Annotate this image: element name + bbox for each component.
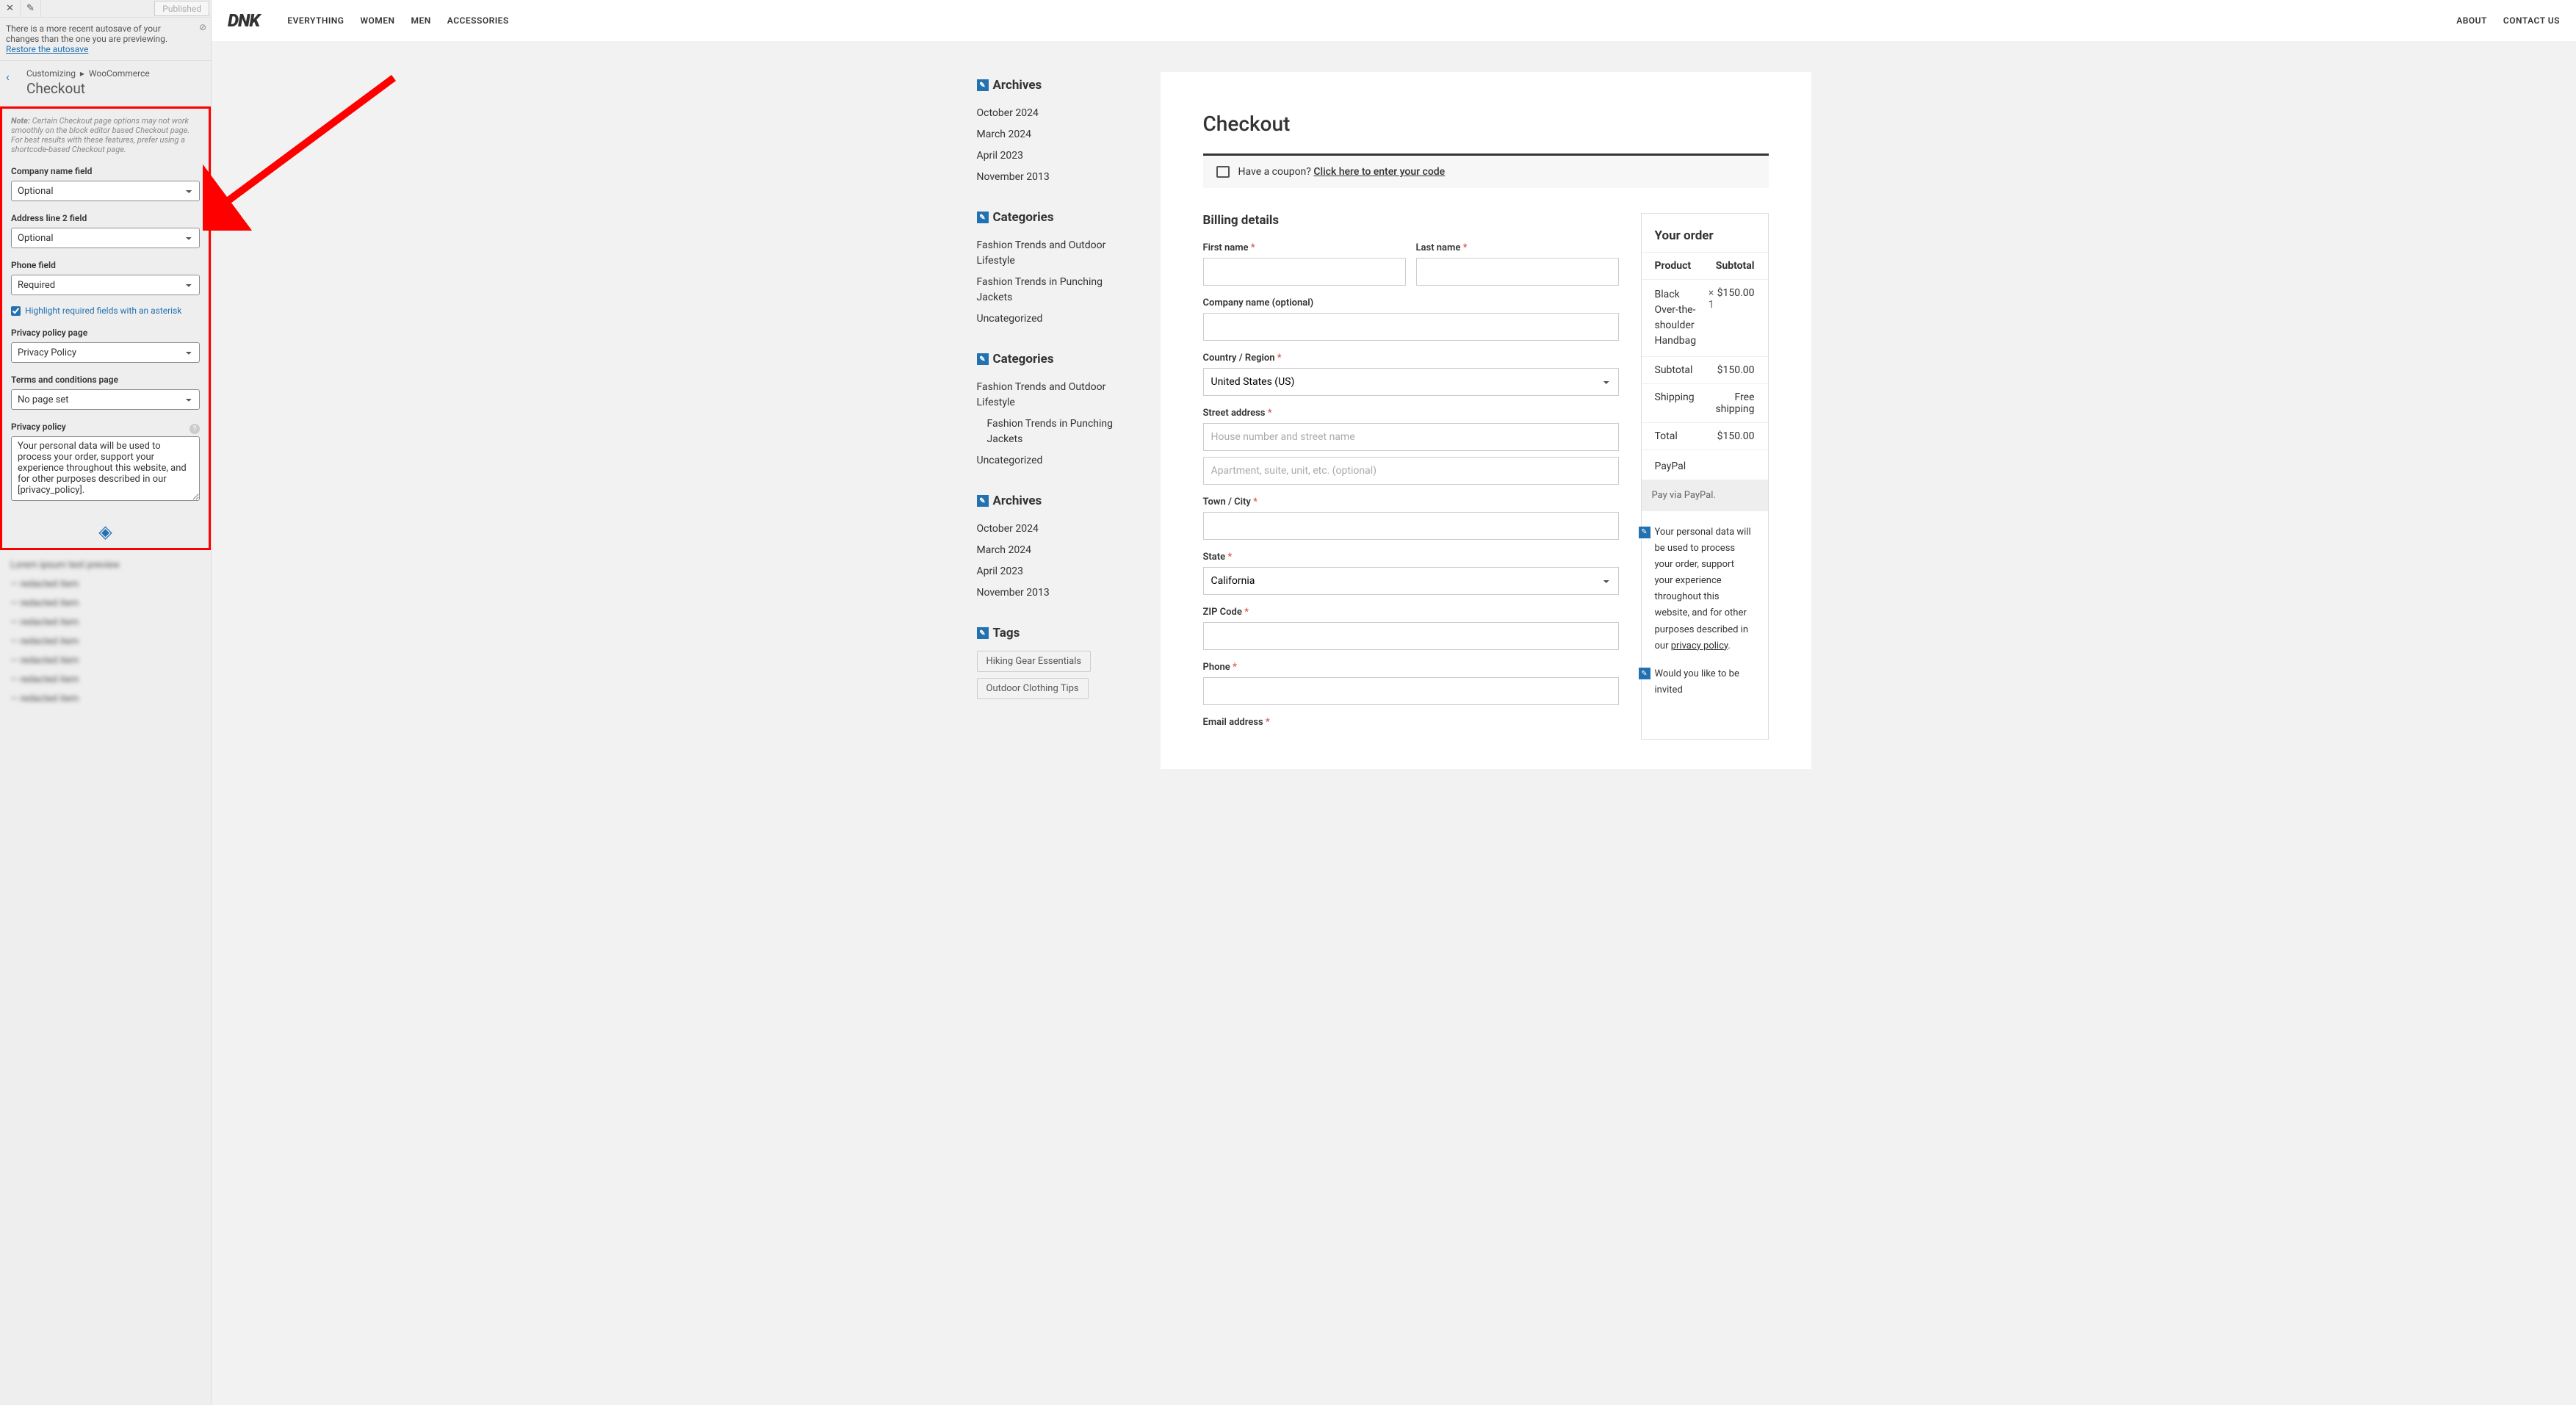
list-item[interactable]: March 2024 bbox=[977, 540, 1131, 561]
edit-icon[interactable]: ✎ bbox=[21, 0, 41, 17]
edit-shortcut-icon[interactable]: ✎ bbox=[1639, 527, 1650, 538]
back-icon[interactable]: ‹ bbox=[6, 70, 10, 84]
phone-input[interactable] bbox=[1203, 677, 1619, 705]
list-item[interactable]: April 2023 bbox=[977, 145, 1131, 167]
mailpoet-optin: ✎Would you like to be invited bbox=[1642, 663, 1768, 707]
privacy-policy-label: Privacy policy bbox=[11, 422, 66, 432]
widget-sidebar: ✎Archives October 2024 March 2024 April … bbox=[977, 72, 1131, 769]
billing-details: Billing details First name * Last name *… bbox=[1203, 213, 1619, 740]
edit-widget-icon[interactable]: ✎ bbox=[977, 79, 989, 91]
phone-field-select[interactable]: Required bbox=[11, 275, 200, 295]
list-item[interactable]: Fashion Trends and Outdoor Lifestyle bbox=[977, 235, 1131, 272]
street-1-input[interactable] bbox=[1203, 423, 1619, 451]
nav-about[interactable]: ABOUT bbox=[2456, 15, 2487, 26]
nav-accessories[interactable]: ACCESSORIES bbox=[447, 15, 509, 26]
country-select[interactable]: United States (US) bbox=[1203, 368, 1619, 396]
autosave-text: There is a more recent autosave of your … bbox=[6, 24, 167, 44]
zip-input[interactable] bbox=[1203, 622, 1619, 650]
payment-description: Pay via PayPal. bbox=[1642, 480, 1768, 511]
list-item[interactable]: Fashion Trends and Outdoor Lifestyle bbox=[977, 377, 1131, 413]
widget-archives-2: ✎Archives October 2024 March 2024 April … bbox=[977, 494, 1131, 604]
terms-page-label: Terms and conditions page bbox=[11, 375, 200, 385]
list-item[interactable]: November 2013 bbox=[977, 582, 1131, 604]
customizer-logo-icon: ◈ bbox=[2, 511, 209, 548]
highlight-required-checkbox[interactable] bbox=[11, 306, 21, 316]
page-title: Checkout bbox=[26, 80, 202, 97]
privacy-page-select[interactable]: Privacy Policy bbox=[11, 342, 200, 363]
privacy-page-label: Privacy policy page bbox=[11, 328, 200, 338]
list-item[interactable]: Uncategorized bbox=[977, 450, 1131, 472]
settings-highlight: Note: Certain Checkout page options may … bbox=[0, 106, 211, 550]
coupon-icon bbox=[1216, 166, 1230, 178]
list-item[interactable]: Fashion Trends in Punching Jackets bbox=[977, 413, 1131, 450]
list-item[interactable]: Uncategorized bbox=[977, 308, 1131, 330]
secondary-nav: ABOUT CONTACT US bbox=[2456, 15, 2560, 26]
breadcrumb-root: Customizing bbox=[26, 68, 76, 79]
widget-categories: ✎Categories Fashion Trends and Outdoor L… bbox=[977, 210, 1131, 330]
edit-widget-icon[interactable]: ✎ bbox=[977, 627, 989, 639]
coupon-bar: Have a coupon? Click here to enter your … bbox=[1203, 153, 1769, 188]
publish-status[interactable]: Published bbox=[154, 1, 209, 16]
tag-pill[interactable]: Outdoor Clothing Tips bbox=[977, 678, 1089, 699]
breadcrumb-section: WooCommerce bbox=[89, 68, 150, 79]
privacy-policy-link[interactable]: privacy policy bbox=[1671, 640, 1728, 651]
edit-widget-icon[interactable]: ✎ bbox=[977, 495, 989, 507]
tag-pill[interactable]: Hiking Gear Essentials bbox=[977, 651, 1092, 672]
list-item[interactable]: March 2024 bbox=[977, 124, 1131, 145]
billing-title: Billing details bbox=[1203, 213, 1619, 228]
edit-widget-icon[interactable]: ✎ bbox=[977, 353, 989, 365]
list-item[interactable]: October 2024 bbox=[977, 519, 1131, 540]
list-item[interactable]: April 2023 bbox=[977, 561, 1131, 582]
dismiss-icon[interactable]: ⊘ bbox=[199, 22, 206, 32]
edit-shortcut-icon[interactable]: ✎ bbox=[1639, 668, 1650, 679]
close-button[interactable]: ✕ bbox=[0, 0, 21, 17]
list-item[interactable]: October 2024 bbox=[977, 103, 1131, 124]
city-input[interactable] bbox=[1203, 512, 1619, 540]
main-nav: EVERYTHING WOMEN MEN ACCESSORIES bbox=[287, 15, 508, 26]
privacy-policy-textarea[interactable]: Your personal data will be used to proce… bbox=[11, 436, 200, 501]
company-field-label: Company name field bbox=[11, 166, 200, 176]
privacy-text: ✎Your personal data will be used to proc… bbox=[1642, 521, 1768, 663]
checkout-content: Checkout Have a coupon? Click here to en… bbox=[1161, 72, 1811, 769]
nav-men[interactable]: MEN bbox=[411, 15, 431, 26]
list-item[interactable]: November 2013 bbox=[977, 167, 1131, 188]
checkout-title: Checkout bbox=[1203, 112, 1769, 136]
site-header: DNK EVERYTHING WOMEN MEN ACCESSORIES ABO… bbox=[212, 0, 2576, 41]
breadcrumb: ‹ Customizing ▸ WooCommerce Checkout bbox=[0, 61, 211, 106]
site-logo[interactable]: DNK bbox=[228, 10, 259, 31]
highlight-required-label: Highlight required fields with an asteri… bbox=[25, 306, 181, 316]
help-icon[interactable]: ? bbox=[190, 424, 200, 434]
blurred-panel: Lorem ipsum text preview— redacted item—… bbox=[0, 550, 211, 738]
company-field-select[interactable]: Optional bbox=[11, 181, 200, 201]
widget-archives: ✎Archives October 2024 March 2024 April … bbox=[977, 78, 1131, 188]
terms-page-select[interactable]: No page set bbox=[11, 389, 200, 410]
last-name-input[interactable] bbox=[1416, 258, 1619, 286]
autosave-notice: There is a more recent autosave of your … bbox=[0, 18, 211, 61]
nav-contact[interactable]: CONTACT US bbox=[2503, 15, 2560, 26]
edit-widget-icon[interactable]: ✎ bbox=[977, 212, 989, 223]
payment-method-paypal[interactable]: PayPal bbox=[1655, 460, 1755, 472]
list-item[interactable]: Fashion Trends in Punching Jackets bbox=[977, 272, 1131, 308]
state-select[interactable]: California bbox=[1203, 567, 1619, 595]
company-input[interactable] bbox=[1203, 313, 1619, 341]
widget-tags: ✎Tags Hiking Gear Essentials Outdoor Clo… bbox=[977, 626, 1131, 705]
note: Note: Certain Checkout page options may … bbox=[2, 109, 209, 162]
order-title: Your order bbox=[1642, 228, 1768, 252]
nav-everything[interactable]: EVERYTHING bbox=[287, 15, 344, 26]
widget-categories-2: ✎Categories Fashion Trends and Outdoor L… bbox=[977, 352, 1131, 472]
addr2-field-label: Address line 2 field bbox=[11, 213, 200, 223]
coupon-link[interactable]: Click here to enter your code bbox=[1313, 166, 1445, 178]
preview-pane: DNK EVERYTHING WOMEN MEN ACCESSORIES ABO… bbox=[212, 0, 2576, 1405]
addr2-field-select[interactable]: Optional bbox=[11, 228, 200, 248]
phone-field-label: Phone field bbox=[11, 260, 200, 270]
nav-women[interactable]: WOMEN bbox=[360, 15, 394, 26]
customizer-topbar: ✕ ✎ Published bbox=[0, 0, 211, 18]
restore-autosave-link[interactable]: Restore the autosave bbox=[6, 44, 88, 54]
first-name-input[interactable] bbox=[1203, 258, 1406, 286]
street-2-input[interactable] bbox=[1203, 457, 1619, 485]
customizer-panel: ✕ ✎ Published There is a more recent aut… bbox=[0, 0, 212, 1405]
order-summary: Your order Product Subtotal Black Over-t… bbox=[1641, 213, 1769, 740]
